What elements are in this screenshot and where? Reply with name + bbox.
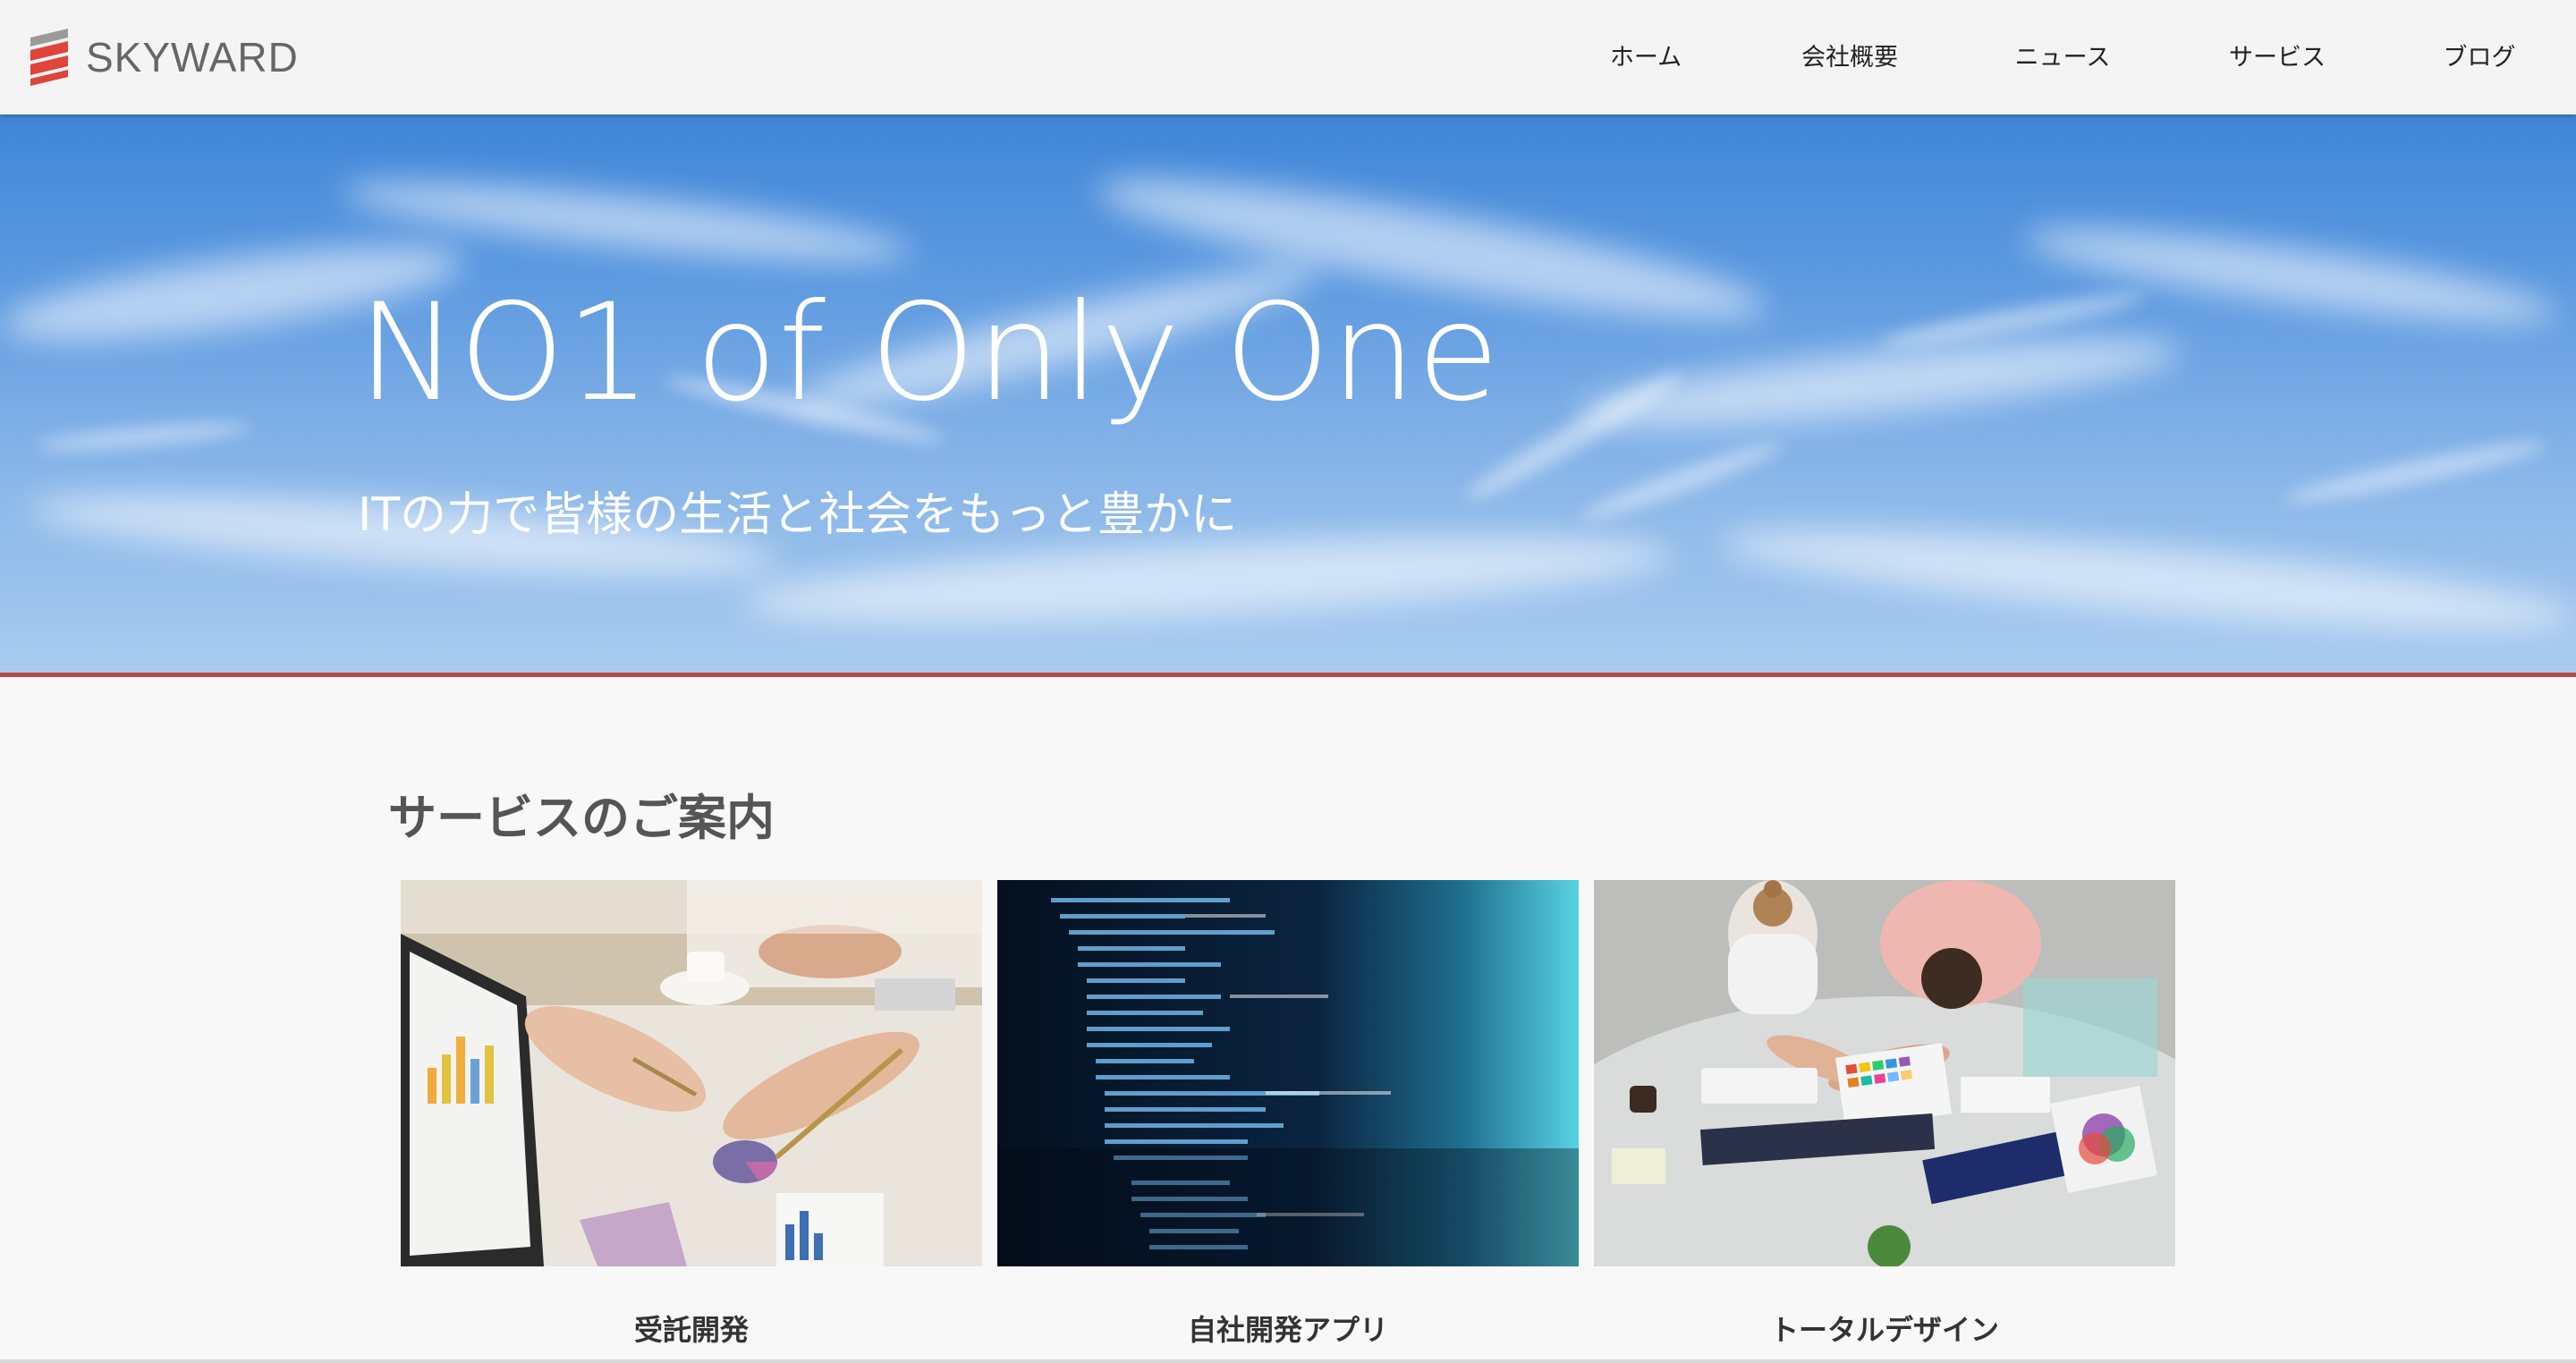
main-nav: ホーム 会社概要 ニュース サービス ブログ	[0, 0, 2576, 114]
nav-home[interactable]: ホーム	[1610, 38, 1682, 72]
service-card-label: トータルデザイン	[1769, 1313, 1999, 1347]
service-card-total-design[interactable]: トータルデザイン	[1594, 880, 2175, 1347]
nav-company[interactable]: 会社概要	[1801, 38, 1898, 72]
nav-services[interactable]: サービス	[2229, 38, 2326, 72]
service-card-contract-dev[interactable]: 受託開発	[401, 880, 982, 1347]
designers-desk-photo[interactable]	[1594, 880, 2175, 1266]
services-section-title: サービスのご案内	[388, 790, 775, 846]
business-meeting-photo[interactable]	[401, 880, 982, 1266]
code-screen-photo[interactable]	[997, 880, 1579, 1266]
service-card-label: 自社開発アプリ	[1187, 1313, 1388, 1347]
hero-subtitle: ITの力で皆様の生活と社会をもっと豊かに	[358, 488, 1238, 542]
hero-divider	[0, 673, 2576, 677]
nav-news[interactable]: ニュース	[2015, 38, 2111, 72]
service-card-label: 受託開発	[633, 1313, 749, 1347]
site-header: SKYWARD ホーム 会社概要 ニュース サービス ブログ	[0, 0, 2576, 114]
hero-title: NO1 of Only One	[358, 275, 1501, 431]
service-card-own-apps[interactable]: 自社開発アプリ	[997, 880, 1579, 1347]
page-bottom-divider	[0, 1359, 2576, 1363]
nav-blog[interactable]: ブログ	[2444, 38, 2516, 72]
hero-banner: NO1 of Only One ITの力で皆様の生活と社会をもっと豊かに	[0, 114, 2576, 673]
